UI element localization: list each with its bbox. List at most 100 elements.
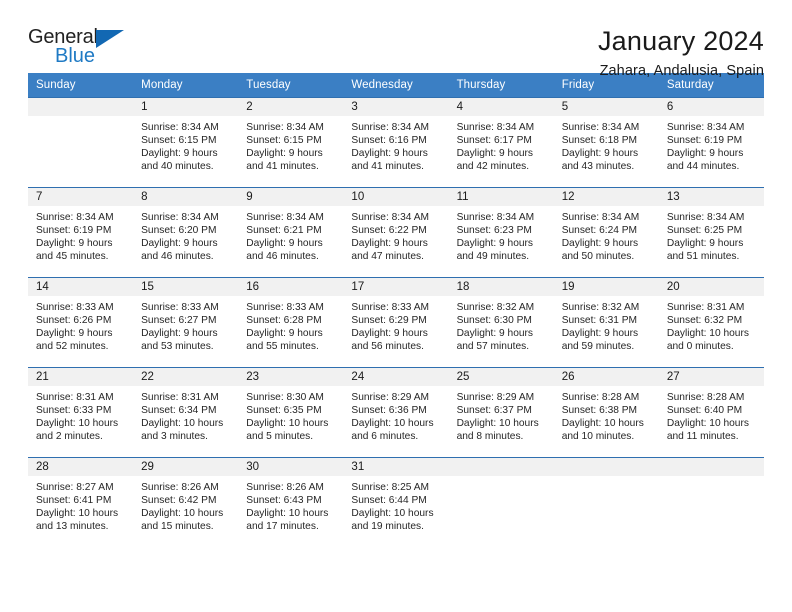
day-sun-info: Sunrise: 8:34 AM Sunset: 6:19 PM Daylight:…: [659, 116, 764, 173]
calendar-day-cell[interactable]: 24 Sunrise: 8:29 AM Sunset: 6:36 PM Dayligh…: [343, 367, 449, 458]
daylight-text-line1: Daylight: 9 hours: [36, 328, 113, 340]
calendar-day-cell[interactable]: 19 Sunrise: 8:32 AM Sunset: 6:31 PM Dayligh…: [553, 277, 659, 368]
sunset-text: Sunset: 6:34 PM: [141, 405, 217, 417]
daylight-text-line1: Daylight: 10 hours: [36, 508, 119, 520]
calendar-day-cell[interactable]: 25 Sunrise: 8:29 AM Sunset: 6:37 PM Dayligh…: [448, 367, 554, 458]
calendar-day-cell[interactable]: 16 Sunrise: 8:33 AM Sunset: 6:28 PM Dayligh…: [238, 277, 344, 368]
calendar-day-cell[interactable]: 21 Sunrise: 8:31 AM Sunset: 6:33 PM Dayligh…: [28, 367, 134, 458]
day-number: 14: [28, 278, 134, 296]
calendar-day-cell-empty: [553, 457, 659, 547]
calendar-day-cell[interactable]: 6 Sunrise: 8:34 AM Sunset: 6:19 PM Daylight…: [658, 97, 764, 188]
sunset-text: Sunset: 6:36 PM: [351, 405, 427, 417]
calendar-day-cell[interactable]: 12 Sunrise: 8:34 AM Sunset: 6:24 PM Dayligh…: [553, 187, 659, 278]
day-sun-info: Sunrise: 8:34 AM Sunset: 6:16 PM Daylight:…: [343, 116, 448, 173]
sunrise-text: Sunrise: 8:33 AM: [141, 302, 219, 313]
daylight-text-line1: Daylight: 10 hours: [141, 418, 224, 430]
day-number: 26: [553, 368, 659, 386]
day-number: 18: [448, 278, 554, 296]
calendar-day-cell[interactable]: 2 Sunrise: 8:34 AM Sunset: 6:15 PM Daylight…: [238, 97, 344, 188]
calendar-week-row: 14 Sunrise: 8:33 AM Sunset: 6:26 PM Dayligh…: [28, 277, 764, 368]
page-subtitle: Zahara, Andalusia, Spain: [599, 63, 764, 79]
calendar-day-cell[interactable]: 14 Sunrise: 8:33 AM Sunset: 6:26 PM Dayligh…: [28, 277, 134, 368]
daylight-text-line1: Daylight: 9 hours: [246, 238, 323, 250]
calendar-day-cell[interactable]: 15 Sunrise: 8:33 AM Sunset: 6:27 PM Dayligh…: [133, 277, 239, 368]
day-number: 30: [238, 458, 344, 476]
calendar-day-cell[interactable]: 30 Sunrise: 8:26 AM Sunset: 6:43 PM Dayligh…: [238, 457, 344, 547]
calendar-day-cell[interactable]: 9 Sunrise: 8:34 AM Sunset: 6:21 PM Daylight…: [238, 187, 344, 278]
sunrise-text: Sunrise: 8:34 AM: [561, 122, 640, 133]
day-sun-info: Sunrise: 8:28 AM Sunset: 6:38 PM Daylight:…: [554, 386, 659, 443]
sunset-text: Sunset: 6:38 PM: [561, 405, 638, 417]
calendar-day-cell[interactable]: 31 Sunrise: 8:25 AM Sunset: 6:44 PM Dayligh…: [343, 457, 449, 547]
sunset-text: Sunset: 6:23 PM: [456, 225, 532, 237]
day-sun-info: Sunrise: 8:25 AM Sunset: 6:44 PM Daylight:…: [343, 476, 448, 533]
sunset-text: Sunset: 6:18 PM: [561, 135, 638, 147]
day-number: 4: [448, 98, 554, 116]
calendar-day-cell[interactable]: 8 Sunrise: 8:34 AM Sunset: 6:20 PM Daylight…: [133, 187, 239, 278]
day-number: [553, 458, 659, 476]
calendar-day-cell[interactable]: 1 Sunrise: 8:34 AM Sunset: 6:15 PM Daylight…: [133, 97, 239, 188]
sunset-text: Sunset: 6:37 PM: [456, 405, 532, 417]
calendar-day-cell[interactable]: 26 Sunrise: 8:28 AM Sunset: 6:38 PM Dayligh…: [553, 367, 659, 458]
day-number: 1: [133, 98, 239, 116]
sunset-text: Sunset: 6:15 PM: [246, 135, 322, 147]
calendar-day-cell[interactable]: 18 Sunrise: 8:32 AM Sunset: 6:30 PM Dayligh…: [448, 277, 554, 368]
calendar-day-cell[interactable]: 11 Sunrise: 8:34 AM Sunset: 6:23 PM Dayligh…: [448, 187, 554, 278]
day-sun-info: Sunrise: 8:34 AM Sunset: 6:15 PM Daylight:…: [133, 116, 238, 173]
sunrise-text: Sunrise: 8:34 AM: [561, 212, 640, 223]
daylight-text-line2: and 51 minutes.: [666, 251, 740, 263]
daylight-text-line1: Daylight: 10 hours: [351, 418, 434, 430]
daylight-text-line2: and 57 minutes.: [456, 341, 530, 353]
calendar-day-cell[interactable]: 28 Sunrise: 8:27 AM Sunset: 6:41 PM Dayligh…: [28, 457, 134, 547]
day-number: 16: [238, 278, 344, 296]
daylight-text-line1: Daylight: 9 hours: [141, 328, 218, 340]
sunrise-text: Sunrise: 8:31 AM: [141, 392, 219, 403]
calendar-day-cell[interactable]: 17 Sunrise: 8:33 AM Sunset: 6:29 PM Dayligh…: [343, 277, 449, 368]
sunset-text: Sunset: 6:19 PM: [36, 225, 112, 237]
daylight-text-line1: Daylight: 9 hours: [351, 238, 428, 250]
daylight-text-line2: and 15 minutes.: [141, 521, 214, 533]
daylight-text-line2: and 50 minutes.: [561, 251, 635, 263]
calendar-day-cell[interactable]: 22 Sunrise: 8:31 AM Sunset: 6:34 PM Dayligh…: [133, 367, 239, 458]
sunrise-text: Sunrise: 8:31 AM: [666, 302, 745, 313]
title-block: January 2024 Zahara, Andalusia, Spain: [598, 26, 764, 81]
day-sun-info: Sunrise: 8:34 AM Sunset: 6:17 PM Daylight:…: [449, 116, 554, 173]
calendar-week-row: 28 Sunrise: 8:27 AM Sunset: 6:41 PM Dayligh…: [28, 457, 764, 547]
day-number: 11: [448, 188, 554, 206]
weekday-header-wednesday: Wednesday: [343, 73, 449, 98]
calendar-day-cell[interactable]: 23 Sunrise: 8:30 AM Sunset: 6:35 PM Dayligh…: [238, 367, 344, 458]
daylight-text-line1: Daylight: 9 hours: [351, 328, 428, 340]
daylight-text-line2: and 45 minutes.: [36, 251, 109, 263]
sunset-text: Sunset: 6:19 PM: [666, 135, 743, 147]
daylight-text-line2: and 6 minutes.: [351, 431, 419, 443]
calendar-day-cell[interactable]: 27 Sunrise: 8:28 AM Sunset: 6:40 PM Dayligh…: [658, 367, 764, 458]
calendar-day-cell[interactable]: 20 Sunrise: 8:31 AM Sunset: 6:32 PM Dayligh…: [658, 277, 764, 368]
sunset-text: Sunset: 6:20 PM: [141, 225, 217, 237]
sunset-text: Sunset: 6:44 PM: [351, 495, 427, 507]
calendar-day-cell[interactable]: 29 Sunrise: 8:26 AM Sunset: 6:42 PM Dayligh…: [133, 457, 239, 547]
sunset-text: Sunset: 6:15 PM: [141, 135, 217, 147]
calendar-day-cell[interactable]: 13 Sunrise: 8:34 AM Sunset: 6:25 PM Dayligh…: [658, 187, 764, 278]
sunset-text: Sunset: 6:33 PM: [36, 405, 112, 417]
sunrise-text: Sunrise: 8:34 AM: [351, 122, 430, 133]
day-number: 12: [553, 188, 659, 206]
day-number: 15: [133, 278, 239, 296]
daylight-text-line1: Daylight: 10 hours: [246, 508, 329, 520]
calendar-day-cell[interactable]: 7 Sunrise: 8:34 AM Sunset: 6:19 PM Daylight…: [28, 187, 134, 278]
calendar-day-cell[interactable]: 3 Sunrise: 8:34 AM Sunset: 6:16 PM Daylight…: [343, 97, 449, 188]
daylight-text-line2: and 46 minutes.: [246, 251, 319, 263]
daylight-text-line1: Daylight: 10 hours: [141, 508, 224, 520]
daylight-text-line2: and 55 minutes.: [246, 341, 319, 353]
day-number: [658, 458, 764, 476]
day-sun-info: Sunrise: 8:34 AM Sunset: 6:18 PM Daylight:…: [554, 116, 659, 173]
calendar-day-cell[interactable]: 10 Sunrise: 8:34 AM Sunset: 6:22 PM Dayligh…: [343, 187, 449, 278]
general-blue-logo[interactable]: General Blue: [28, 26, 138, 72]
calendar-day-cell[interactable]: 5 Sunrise: 8:34 AM Sunset: 6:18 PM Daylight…: [553, 97, 659, 188]
day-sun-info: Sunrise: 8:28 AM Sunset: 6:40 PM Daylight:…: [659, 386, 764, 443]
calendar-day-cell[interactable]: 4 Sunrise: 8:34 AM Sunset: 6:17 PM Daylight…: [448, 97, 554, 188]
daylight-text-line1: Daylight: 9 hours: [561, 148, 639, 160]
daylight-text-line2: and 52 minutes.: [36, 341, 109, 353]
day-sun-info: Sunrise: 8:32 AM Sunset: 6:30 PM Daylight:…: [449, 296, 554, 353]
sunset-text: Sunset: 6:42 PM: [141, 495, 217, 507]
calendar-body: 1 Sunrise: 8:34 AM Sunset: 6:15 PM Daylight…: [28, 97, 764, 547]
